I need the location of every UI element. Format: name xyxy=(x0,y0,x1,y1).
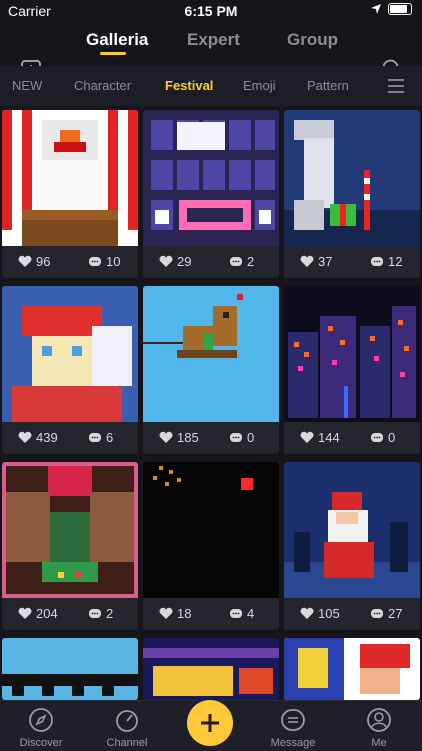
artwork-stats: 96 10 xyxy=(2,250,138,274)
tab-channel[interactable]: Channel xyxy=(92,707,162,749)
artwork-card[interactable]: 37 12 xyxy=(284,110,420,278)
location-icon xyxy=(371,4,381,14)
heart-icon[interactable] xyxy=(300,255,314,268)
like-count: 204 xyxy=(36,606,58,621)
tab-discover[interactable]: Discover xyxy=(6,707,76,749)
plus-icon xyxy=(201,714,219,732)
artwork-thumbnail[interactable] xyxy=(284,286,420,422)
create-button[interactable] xyxy=(187,700,233,746)
comment-count: 10 xyxy=(106,254,121,269)
profile-icon xyxy=(367,708,391,732)
artwork-card[interactable]: 18 4 xyxy=(143,462,279,630)
like-count: 18 xyxy=(177,606,192,621)
comment-icon[interactable] xyxy=(370,256,384,268)
category-emoji[interactable]: Emoji xyxy=(243,78,276,93)
tab-channel-label: Channel xyxy=(106,737,148,749)
like-count: 29 xyxy=(177,254,192,269)
artwork-card[interactable]: 96 10 xyxy=(2,110,138,278)
artwork-card[interactable]: 29 2 xyxy=(143,110,279,278)
tab-galleria[interactable]: Galleria xyxy=(86,30,148,50)
artwork-thumbnail[interactable] xyxy=(2,286,138,422)
artwork-thumbnail[interactable] xyxy=(143,286,279,422)
artwork-thumbnail[interactable] xyxy=(143,462,279,598)
artwork-thumbnail[interactable] xyxy=(284,110,420,246)
heart-icon[interactable] xyxy=(159,607,173,620)
comment-count: 0 xyxy=(247,430,255,445)
category-pattern[interactable]: Pattern xyxy=(307,78,349,93)
like-count: 37 xyxy=(318,254,333,269)
artwork-stats: 144 0 xyxy=(284,426,420,450)
heart-icon[interactable] xyxy=(18,607,32,620)
artwork-card[interactable]: 185 0 xyxy=(143,286,279,454)
active-tab-indicator xyxy=(100,52,126,55)
comment-count: 2 xyxy=(106,606,114,621)
artwork-card[interactable]: 439 6 xyxy=(2,286,138,454)
comment-icon[interactable] xyxy=(229,608,243,620)
tab-discover-label: Discover xyxy=(19,737,63,749)
status-time: 6:15 PM xyxy=(184,3,238,19)
artwork-card[interactable]: 204 2 xyxy=(2,462,138,630)
artwork-thumbnail[interactable] xyxy=(143,638,279,700)
like-count: 185 xyxy=(177,430,199,445)
artwork-card[interactable] xyxy=(2,638,138,700)
artwork-card[interactable]: 105 27 xyxy=(284,462,420,630)
comment-icon[interactable] xyxy=(88,256,102,268)
tab-message[interactable]: Message xyxy=(258,707,328,749)
comment-count: 27 xyxy=(388,606,403,621)
tab-group[interactable]: Group xyxy=(287,30,338,50)
gauge-icon xyxy=(116,710,138,732)
heart-icon[interactable] xyxy=(159,255,173,268)
heart-icon[interactable] xyxy=(300,607,314,620)
artwork-stats: 439 6 xyxy=(2,426,138,450)
artwork-stats: 37 12 xyxy=(284,250,420,274)
like-count: 96 xyxy=(36,254,51,269)
artwork-card[interactable]: 144 0 xyxy=(284,286,420,454)
status-bar: Carrier 6:15 PM xyxy=(0,0,422,22)
tab-me[interactable]: Me xyxy=(344,707,414,749)
artwork-thumbnail[interactable] xyxy=(284,638,420,700)
artwork-thumbnail[interactable] xyxy=(2,110,138,246)
comment-icon[interactable] xyxy=(229,256,243,268)
category-character[interactable]: Character xyxy=(74,78,131,93)
tab-me-label: Me xyxy=(371,737,387,749)
menu-icon[interactable] xyxy=(387,78,405,94)
comment-count: 12 xyxy=(388,254,403,269)
category-new[interactable]: NEW xyxy=(12,78,42,93)
artwork-stats: 18 4 xyxy=(143,602,279,626)
comment-icon[interactable] xyxy=(370,432,384,444)
artwork-stats: 105 27 xyxy=(284,602,420,626)
heart-icon[interactable] xyxy=(159,431,173,444)
tab-message-label: Message xyxy=(270,737,316,749)
artwork-card[interactable] xyxy=(284,638,420,700)
artwork-card[interactable] xyxy=(143,638,279,700)
message-icon xyxy=(281,709,305,731)
comment-count: 4 xyxy=(247,606,255,621)
like-count: 144 xyxy=(318,430,340,445)
top-tab-bar: Galleria Expert Group xyxy=(0,26,422,79)
artwork-thumbnail[interactable] xyxy=(143,110,279,246)
tab-expert[interactable]: Expert xyxy=(187,30,240,50)
comment-count: 0 xyxy=(388,430,396,445)
heart-icon[interactable] xyxy=(300,431,314,444)
comment-icon[interactable] xyxy=(370,608,384,620)
battery-icon xyxy=(388,3,412,15)
category-festival[interactable]: Festival xyxy=(165,78,213,93)
artwork-thumbnail[interactable] xyxy=(2,462,138,598)
heart-icon[interactable] xyxy=(18,431,32,444)
artwork-thumbnail[interactable] xyxy=(2,638,138,700)
comment-count: 2 xyxy=(247,254,255,269)
heart-icon[interactable] xyxy=(18,255,32,268)
category-bar: NEW Character Festival Emoji Pattern xyxy=(0,66,422,106)
comment-icon[interactable] xyxy=(88,608,102,620)
comment-icon[interactable] xyxy=(229,432,243,444)
comment-icon[interactable] xyxy=(88,432,102,444)
artwork-stats: 29 2 xyxy=(143,250,279,274)
artwork-thumbnail[interactable] xyxy=(284,462,420,598)
artwork-stats: 185 0 xyxy=(143,426,279,450)
like-count: 105 xyxy=(318,606,340,621)
artwork-stats: 204 2 xyxy=(2,602,138,626)
comment-count: 6 xyxy=(106,430,114,445)
like-count: 439 xyxy=(36,430,58,445)
compass-icon xyxy=(29,708,53,732)
